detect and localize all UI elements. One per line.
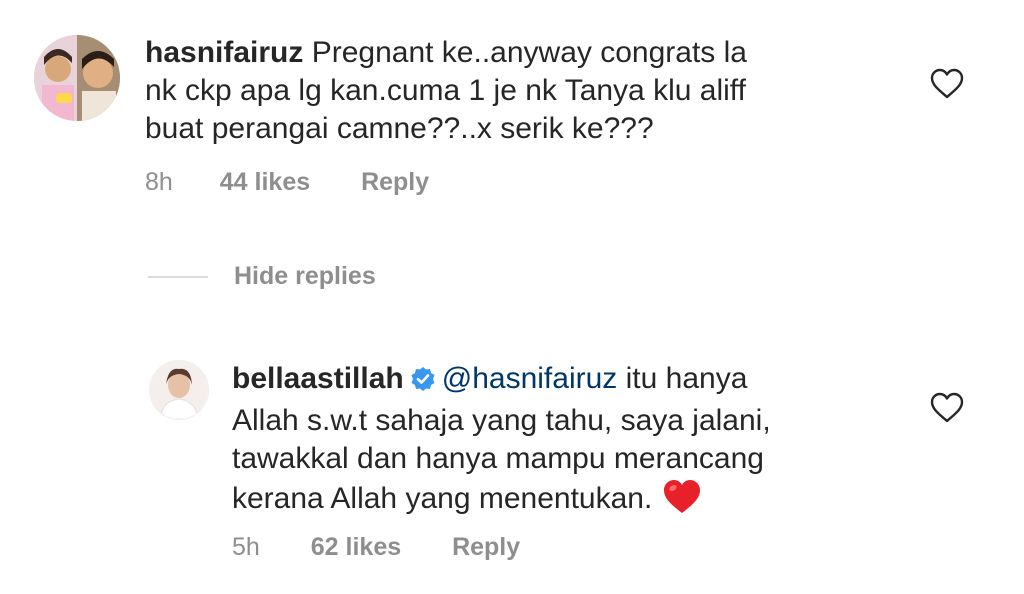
username-hasnifairuz[interactable]: hasnifairuz — [145, 36, 303, 69]
like-button-2[interactable] — [930, 392, 964, 424]
avatar-hasnifairuz[interactable] — [34, 35, 120, 121]
verified-badge-icon — [410, 364, 436, 402]
likes-count[interactable]: 44 likes — [220, 168, 310, 197]
comment-time: 8h — [145, 168, 173, 196]
username-bellaastillah[interactable]: bellaastillah — [232, 362, 404, 395]
heart-outline-icon — [930, 68, 964, 99]
hide-replies-label: Hide replies — [234, 262, 376, 290]
comment-line: tawakkal dan hanya mampu merancang — [232, 442, 764, 475]
comment-line: Pregnant ke..anyway congrats la — [303, 36, 747, 69]
mention-link[interactable]: @hasnifairuz — [442, 362, 618, 395]
comment-text-2: bellaastillah @hasnifairuz itu hanya Alla… — [232, 360, 892, 526]
heart-outline-icon — [930, 392, 964, 423]
comment-time: 5h — [232, 533, 260, 561]
comment-line: Allah s.w.t sahaja yang tahu, saya jalan… — [232, 404, 771, 437]
comment-line: nk ckp apa lg kan.cuma 1 je nk Tanya klu… — [145, 74, 746, 107]
comment-line: kerana Allah yang menentukan. — [232, 482, 653, 515]
comment-line: itu hanya — [617, 362, 748, 395]
hide-replies-toggle[interactable]: Hide replies — [148, 262, 376, 291]
comment-text-1: hasnifairuz Pregnant ke..anyway congrats… — [145, 34, 885, 148]
likes-count[interactable]: 62 likes — [311, 533, 401, 562]
reply-button[interactable]: Reply — [452, 533, 520, 562]
divider-line — [148, 275, 208, 278]
comment-line: buat perangai camne??..x serik ke??? — [145, 112, 654, 145]
like-button-1[interactable] — [930, 68, 964, 100]
comment-meta-1: 8h 44 likes Reply — [145, 168, 429, 197]
reply-button[interactable]: Reply — [361, 168, 429, 197]
comment-meta-2: 5h 62 likes Reply — [232, 533, 520, 562]
red-heart-emoji-icon — [662, 478, 702, 526]
avatar-bellaastillah[interactable] — [149, 360, 209, 420]
